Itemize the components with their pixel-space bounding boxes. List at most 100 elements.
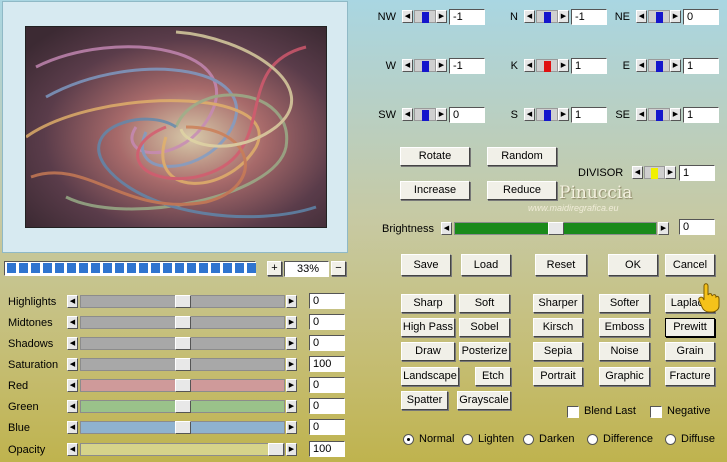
preset-button[interactable]: Soft xyxy=(459,294,510,313)
mode-radio[interactable] xyxy=(587,434,598,445)
preset-button[interactable]: Sharp xyxy=(401,294,455,313)
preset-button[interactable]: Grayscale xyxy=(457,391,511,410)
brightness-thumb[interactable] xyxy=(548,222,564,235)
adjust-field[interactable]: 100 xyxy=(309,441,345,457)
random-button[interactable]: Random xyxy=(487,147,557,166)
slider-right-icon[interactable]: ▶ xyxy=(286,379,297,392)
slider-right-icon[interactable]: ▶ xyxy=(286,443,297,456)
slider-left-icon[interactable]: ◀ xyxy=(67,379,78,392)
matrix-increase-icon[interactable]: ▶ xyxy=(670,108,681,121)
matrix-field[interactable]: 1 xyxy=(571,107,607,123)
matrix-track[interactable] xyxy=(536,108,558,121)
matrix-thumb[interactable] xyxy=(422,12,429,23)
slider-right-icon[interactable]: ▶ xyxy=(286,316,297,329)
preset-button[interactable]: Graphic xyxy=(599,367,650,386)
matrix-field[interactable]: -1 xyxy=(449,9,485,25)
load-button[interactable]: Load xyxy=(461,254,511,276)
matrix-field[interactable]: -1 xyxy=(449,58,485,74)
matrix-track[interactable] xyxy=(536,59,558,72)
matrix-field[interactable]: 1 xyxy=(571,58,607,74)
mode-radio[interactable] xyxy=(462,434,473,445)
adjust-thumb[interactable] xyxy=(175,379,191,392)
matrix-track[interactable] xyxy=(648,10,670,23)
matrix-track[interactable] xyxy=(648,108,670,121)
preset-button[interactable]: Softer xyxy=(599,294,650,313)
adjust-thumb[interactable] xyxy=(175,337,191,350)
matrix-increase-icon[interactable]: ▶ xyxy=(558,108,569,121)
divisor-increase-icon[interactable]: ▶ xyxy=(665,166,676,179)
matrix-decrease-icon[interactable]: ◀ xyxy=(636,10,647,23)
preset-button[interactable]: Posterize xyxy=(459,342,510,361)
save-button[interactable]: Save xyxy=(401,254,451,276)
adjust-field[interactable]: 0 xyxy=(309,398,345,414)
matrix-thumb[interactable] xyxy=(422,110,429,121)
matrix-decrease-icon[interactable]: ◀ xyxy=(402,108,413,121)
slider-right-icon[interactable]: ▶ xyxy=(286,400,297,413)
zoom-out-button[interactable]: − xyxy=(331,261,346,276)
matrix-field[interactable]: 0 xyxy=(683,9,719,25)
increase-button[interactable]: Increase xyxy=(400,181,470,200)
preset-button[interactable]: Landscape xyxy=(401,367,459,386)
matrix-decrease-icon[interactable]: ◀ xyxy=(636,59,647,72)
mode-radio[interactable] xyxy=(665,434,676,445)
adjust-thumb[interactable] xyxy=(175,316,191,329)
matrix-track[interactable] xyxy=(648,59,670,72)
zoom-field[interactable]: 33% xyxy=(284,261,329,277)
adjust-track[interactable] xyxy=(80,337,285,350)
matrix-increase-icon[interactable]: ▶ xyxy=(436,108,447,121)
matrix-field[interactable]: 1 xyxy=(683,58,719,74)
slider-right-icon[interactable]: ▶ xyxy=(286,337,297,350)
slider-left-icon[interactable]: ◀ xyxy=(67,316,78,329)
adjust-field[interactable]: 0 xyxy=(309,293,345,309)
matrix-track[interactable] xyxy=(414,108,436,121)
matrix-thumb[interactable] xyxy=(656,110,663,121)
adjust-field[interactable]: 0 xyxy=(309,419,345,435)
matrix-track[interactable] xyxy=(414,59,436,72)
matrix-increase-icon[interactable]: ▶ xyxy=(558,10,569,23)
brightness-track[interactable] xyxy=(454,222,657,235)
matrix-decrease-icon[interactable]: ◀ xyxy=(524,108,535,121)
matrix-decrease-icon[interactable]: ◀ xyxy=(402,10,413,23)
slider-left-icon[interactable]: ◀ xyxy=(67,358,78,371)
adjust-field[interactable]: 100 xyxy=(309,356,345,372)
adjust-thumb[interactable] xyxy=(175,400,191,413)
adjust-track[interactable] xyxy=(80,400,285,413)
divisor-field[interactable]: 1 xyxy=(679,165,715,181)
matrix-field[interactable]: -1 xyxy=(571,9,607,25)
slider-right-icon[interactable]: ▶ xyxy=(286,295,297,308)
matrix-thumb[interactable] xyxy=(656,61,663,72)
slider-left-icon[interactable]: ◀ xyxy=(67,443,78,456)
adjust-track[interactable] xyxy=(80,316,285,329)
preset-button[interactable]: Prewitt xyxy=(665,318,715,337)
preset-button[interactable]: Etch xyxy=(475,367,511,386)
adjust-track[interactable] xyxy=(80,379,285,392)
preset-button[interactable]: Grain xyxy=(665,342,715,361)
preset-button[interactable]: High Pass xyxy=(401,318,455,337)
adjust-thumb[interactable] xyxy=(268,443,284,456)
preset-button[interactable]: Sharper xyxy=(533,294,583,313)
reduce-button[interactable]: Reduce xyxy=(487,181,557,200)
adjust-field[interactable]: 0 xyxy=(309,377,345,393)
matrix-increase-icon[interactable]: ▶ xyxy=(670,59,681,72)
adjust-field[interactable]: 0 xyxy=(309,335,345,351)
cancel-button[interactable]: Cancel xyxy=(665,254,715,276)
slider-left-icon[interactable]: ◀ xyxy=(67,295,78,308)
divisor-track[interactable] xyxy=(644,166,665,179)
slider-left-icon[interactable]: ◀ xyxy=(67,337,78,350)
brightness-increase-icon[interactable]: ▶ xyxy=(658,222,669,235)
preset-button[interactable]: Noise xyxy=(599,342,650,361)
mode-radio[interactable] xyxy=(523,434,534,445)
adjust-track[interactable] xyxy=(80,443,285,456)
matrix-track[interactable] xyxy=(414,10,436,23)
matrix-track[interactable] xyxy=(536,10,558,23)
matrix-increase-icon[interactable]: ▶ xyxy=(436,59,447,72)
mode-radio[interactable] xyxy=(403,434,414,445)
matrix-thumb[interactable] xyxy=(422,61,429,72)
ok-button[interactable]: OK xyxy=(608,254,658,276)
brightness-field[interactable]: 0 xyxy=(679,219,715,235)
rotate-button[interactable]: Rotate xyxy=(400,147,470,166)
matrix-field[interactable]: 0 xyxy=(449,107,485,123)
slider-right-icon[interactable]: ▶ xyxy=(286,421,297,434)
brightness-decrease-icon[interactable]: ◀ xyxy=(441,222,452,235)
blend-last-checkbox[interactable] xyxy=(567,406,579,418)
